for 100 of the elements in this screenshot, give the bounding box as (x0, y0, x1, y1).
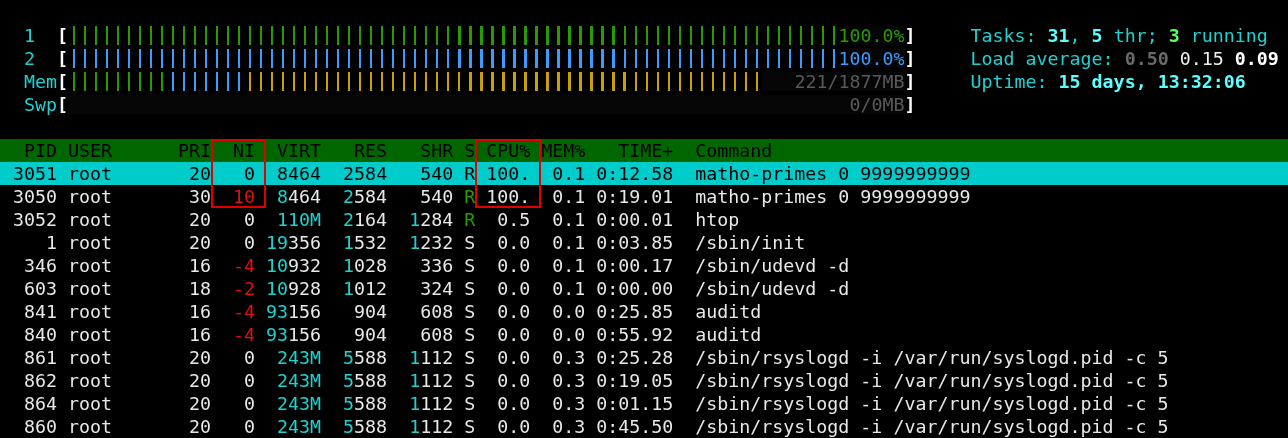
table-cell-text: 20 (188, 346, 212, 369)
table-cell: /sbin/udevd -d (695, 277, 850, 300)
table-cell-text: 0.3 (551, 346, 586, 369)
table-cell-text: 841 (23, 300, 57, 323)
table-cell-text: 0:25.85 (595, 300, 674, 323)
table-cell-text: 0:00.00 (595, 277, 674, 300)
table-cell-text: 0.1 (551, 185, 586, 208)
table-cell-text: -4 (232, 300, 257, 323)
process-row[interactable]: 840 root 16 -4 93156 904 608 S 0.0 0.0 0:55.92 auditd (0, 323, 1288, 346)
table-cell-text: R (463, 208, 476, 231)
table-cell: /sbin/rsyslogd -i /var/run/syslogd.pid -c 5 (695, 415, 1169, 438)
table-cell-text: 0 (243, 392, 257, 415)
table-cell-text: root (68, 415, 114, 438)
table-cell-text: 0.0 (496, 415, 532, 438)
table-cell-text: 30 (188, 185, 212, 208)
table-cell-text: 0.0 (496, 231, 532, 254)
process-row[interactable]: 860 root 20 0 243M 5588 1112 S 0.0 0.3 0:45.50 /sbin/rsyslogd -i /var/run/syslogd.pid -c 5 (0, 415, 1288, 438)
table-cell: 10932 (266, 254, 322, 277)
table-cell-text: 5588 (342, 392, 388, 415)
table-cell-text: 5588 (342, 346, 388, 369)
table-cell-text: 16 (188, 323, 212, 346)
table-cell-text: 0:12.58 (595, 162, 674, 185)
meter-label: 1 (24, 24, 36, 47)
meter-bracket: [ (57, 70, 69, 93)
table-cell-text: 0:01.15 (595, 392, 674, 415)
table-cell-text: 0:03.85 (595, 231, 674, 254)
meter-label: 2 (24, 47, 36, 70)
table-cell-text: S (463, 300, 476, 323)
table-cell-text: 0.5 (496, 208, 532, 231)
table-cell-text: 0:00.17 (595, 254, 674, 277)
table-cell-text: 2584 (342, 162, 388, 185)
table-cell-text: 904 (353, 323, 388, 346)
table-cell-text: -4 (232, 323, 257, 346)
table-cell-text: 608 (419, 323, 454, 346)
process-row[interactable]: 841 root 16 -4 93156 904 608 S 0.0 0.0 0:25.85 auditd (0, 300, 1288, 323)
process-row[interactable]: 3050 root 30 10 8464 2584 540 R 100. 0.1 0:19.01 matho-primes 0 9999999999 (0, 185, 1288, 208)
process-row[interactable]: 3051 root 20 0 8464 2584 540 R 100. 0.1 0:12.58 matho-primes 0 9999999999 (0, 162, 1288, 185)
table-cell-text: 1284 (408, 208, 454, 231)
table-cell: /sbin/udevd -d (695, 254, 850, 277)
process-row[interactable]: 603 root 18 -2 10928 1012 324 S 0.0 0.1 0:00.00 /sbin/udevd -d (0, 277, 1288, 300)
table-cell-text: 18 (188, 277, 212, 300)
table-cell-text: 2584 (342, 185, 388, 208)
table-cell-text: 20 (188, 162, 212, 185)
table-cell-text: 0.0 (496, 254, 532, 277)
meter-bracket: ] (904, 70, 916, 93)
table-cell-text: 864 (23, 392, 57, 415)
table-cell-text: S (463, 369, 476, 392)
table-cell-text: root (68, 346, 114, 369)
table-cell-text: 0.0 (551, 323, 586, 346)
table-cell-text: 0.0 (496, 346, 532, 369)
table-cell-text: root (68, 185, 114, 208)
process-row[interactable]: 864 root 20 0 243M 5588 1112 S 0.0 0.3 0:01.15 /sbin/rsyslogd -i /var/run/syslogd.pid -c 5 (0, 392, 1288, 415)
table-cell-text: -2 (232, 277, 257, 300)
table-cell-text: 0:19.05 (595, 369, 674, 392)
table-cell-text: 3052 (12, 208, 57, 231)
table-cell-text: 336 (419, 254, 454, 277)
table-cell: 10928 (266, 277, 322, 300)
table-cell-text: 540 (419, 185, 454, 208)
table-cell-text: 0.1 (551, 162, 586, 185)
table-cell: /sbin/init (695, 231, 806, 254)
table-cell-text: 1012 (342, 277, 388, 300)
table-cell-text: 1028 (342, 254, 388, 277)
meter-bracket: [ (57, 47, 69, 70)
process-row[interactable]: 346 root 16 -4 10932 1028 336 S 0.0 0.1 0:00.17 /sbin/udevd -d (0, 254, 1288, 277)
table-cell-text: 0.3 (551, 415, 586, 438)
table-cell: 100. (475, 185, 542, 208)
table-cell-text: 20 (188, 415, 212, 438)
table-cell-text: 346 (23, 254, 57, 277)
table-cell-text: 324 (419, 277, 454, 300)
table-cell-text: 20 (188, 208, 212, 231)
process-row[interactable]: 3052 root 20 0 110M 2164 1284 R 0.5 0.1 0:00.01 htop (0, 208, 1288, 231)
meter-reading: 100.0% (838, 47, 905, 70)
meter-bracket: ] (904, 24, 916, 47)
table-cell: 100. (475, 162, 542, 185)
table-cell-text: 904 (353, 300, 388, 323)
table-cell-text: 0 (243, 231, 257, 254)
table-cell-text: 243M (276, 369, 322, 392)
process-row[interactable]: 861 root 20 0 243M 5588 1112 S 0.0 0.3 0:25.28 /sbin/rsyslogd -i /var/run/syslogd.pid -c 5 (0, 346, 1288, 369)
table-cell-text: R (463, 185, 476, 208)
table-cell-text: 540 (419, 162, 454, 185)
meter-label: Swp (24, 93, 57, 116)
table-cell-text: 862 (23, 369, 57, 392)
table-cell-text: 5588 (342, 415, 388, 438)
table-cell-text: 8464 (276, 185, 322, 208)
process-row[interactable]: 862 root 20 0 243M 5588 1112 S 0.0 0.3 0:19.05 /sbin/rsyslogd -i /var/run/syslogd.pid -c 5 (0, 369, 1288, 392)
table-cell-text: 608 (419, 300, 454, 323)
table-cell: 19356 (266, 231, 322, 254)
table-cell-text: 0 (243, 346, 257, 369)
table-cell: /sbin/rsyslogd -i /var/run/syslogd.pid -c 5 (695, 392, 1169, 415)
table-cell-text: 860 (23, 415, 57, 438)
table-cell-text: 16 (188, 254, 212, 277)
table-cell: htop (695, 208, 740, 231)
table-cell-text: 0.0 (551, 300, 586, 323)
table-cell-text: 0.3 (551, 392, 586, 415)
table-cell-text: 1112 (408, 346, 454, 369)
process-row[interactable]: 1 root 20 0 19356 1532 1232 S 0.0 0.1 0:03.85 /sbin/init (0, 231, 1288, 254)
meter-reading: 100.0% (838, 24, 905, 47)
table-cell-text: 5588 (342, 369, 388, 392)
table-cell-text: root (68, 162, 114, 185)
table-cell: /sbin/rsyslogd -i /var/run/syslogd.pid -c 5 (695, 369, 1169, 392)
